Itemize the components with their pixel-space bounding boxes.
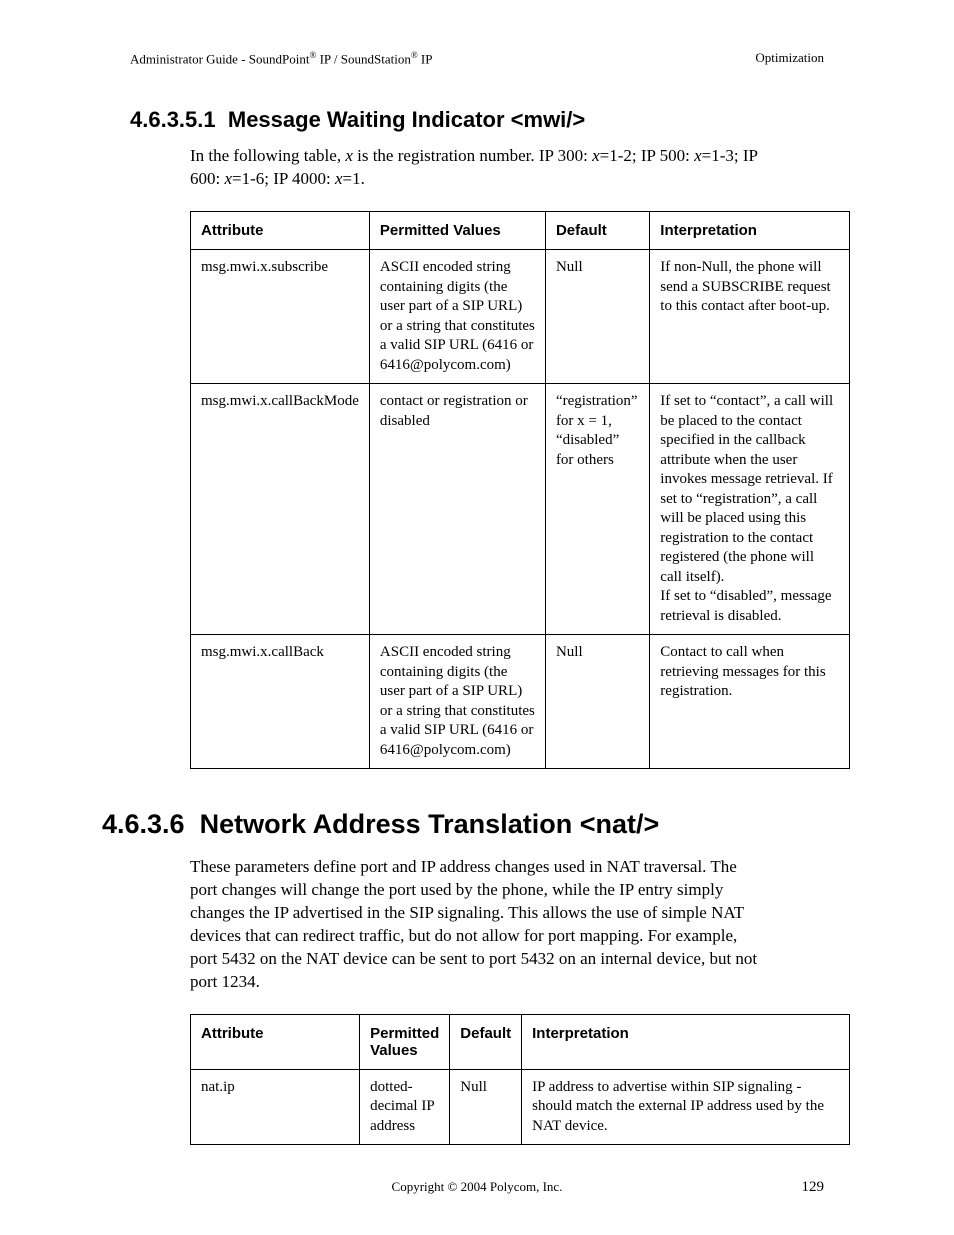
section-number: 4.6.3.5.1: [130, 107, 216, 132]
section-heading-nat: 4.6.3.6 Network Address Translation <nat…: [102, 809, 864, 840]
table-row: nat.ip dotted-decimal IP address Null IP…: [191, 1069, 850, 1145]
t: =1-2; IP 500:: [600, 146, 694, 165]
page: Administrator Guide - SoundPoint ® IP / S…: [0, 0, 954, 1235]
cell-default: “registration” for x = 1, “disabled” for…: [545, 384, 649, 635]
cell-perm: ASCII encoded string containing digits (…: [369, 635, 545, 769]
cell-interp: IP address to advertise within SIP signa…: [522, 1069, 850, 1145]
section-heading-mwi: 4.6.3.5.1 Message Waiting Indicator <mwi…: [130, 107, 824, 133]
cell-attr: msg.mwi.x.subscribe: [191, 250, 370, 384]
var-x: x: [224, 169, 232, 188]
section-title: Message Waiting Indicator <mwi/>: [228, 107, 585, 132]
header-right: Optimization: [755, 50, 824, 67]
header-left-b: IP / SoundStation: [316, 51, 411, 66]
col-default: Default: [545, 212, 649, 250]
cell-perm: ASCII encoded string containing digits (…: [369, 250, 545, 384]
reg-mark: ®: [411, 50, 418, 60]
var-x: x: [345, 146, 353, 165]
cell-attr: nat.ip: [191, 1069, 360, 1145]
cell-interp: If set to “contact”, a call will be plac…: [650, 384, 850, 635]
col-interp: Interpretation: [522, 1014, 850, 1069]
page-footer: Copyright © 2004 Polycom, Inc. 129: [0, 1179, 954, 1195]
section1-intro: In the following table, x is the registr…: [190, 145, 764, 191]
t: is the registration number. IP 300:: [353, 146, 592, 165]
var-x: x: [592, 146, 600, 165]
section-number: 4.6.3.6: [102, 809, 185, 839]
cell-interp: If non-Null, the phone will send a SUBSC…: [650, 250, 850, 384]
table-header-row: Attribute Permitted Values Default Inter…: [191, 212, 850, 250]
cell-perm: contact or registration or disabled: [369, 384, 545, 635]
cell-attr: msg.mwi.x.callBack: [191, 635, 370, 769]
t: In the following table,: [190, 146, 345, 165]
col-perm: Permitted Values: [369, 212, 545, 250]
cell-default: Null: [545, 250, 649, 384]
table-header-row: Attribute Permitted Values Default Inter…: [191, 1014, 850, 1069]
copyright: Copyright © 2004 Polycom, Inc.: [392, 1179, 563, 1194]
table-row: msg.mwi.x.callBackMode contact or regist…: [191, 384, 850, 635]
mwi-table: Attribute Permitted Values Default Inter…: [190, 211, 850, 769]
header-left-c: IP: [418, 51, 433, 66]
col-default: Default: [450, 1014, 522, 1069]
var-x: x: [335, 169, 343, 188]
cell-interp: Contact to call when retrieving messages…: [650, 635, 850, 769]
col-attr: Attribute: [191, 1014, 360, 1069]
t: =1-6; IP 4000:: [232, 169, 335, 188]
section2-body: These parameters define port and IP addr…: [190, 856, 764, 994]
col-attr: Attribute: [191, 212, 370, 250]
running-header: Administrator Guide - SoundPoint ® IP / S…: [130, 50, 824, 67]
table-row: msg.mwi.x.callBack ASCII encoded string …: [191, 635, 850, 769]
t: =1.: [343, 169, 365, 188]
col-interp: Interpretation: [650, 212, 850, 250]
cell-attr: msg.mwi.x.callBackMode: [191, 384, 370, 635]
page-number: 129: [802, 1179, 825, 1196]
table-row: msg.mwi.x.subscribe ASCII encoded string…: [191, 250, 850, 384]
cell-default: Null: [545, 635, 649, 769]
nat-table: Attribute Permitted Values Default Inter…: [190, 1014, 850, 1146]
cell-perm: dotted-decimal IP address: [360, 1069, 450, 1145]
section-title: Network Address Translation <nat/>: [200, 809, 660, 839]
cell-default: Null: [450, 1069, 522, 1145]
var-x: x: [694, 146, 702, 165]
header-left-a: Administrator Guide - SoundPoint: [130, 51, 309, 66]
header-left: Administrator Guide - SoundPoint ® IP / S…: [130, 50, 432, 67]
col-perm: Permitted Values: [360, 1014, 450, 1069]
